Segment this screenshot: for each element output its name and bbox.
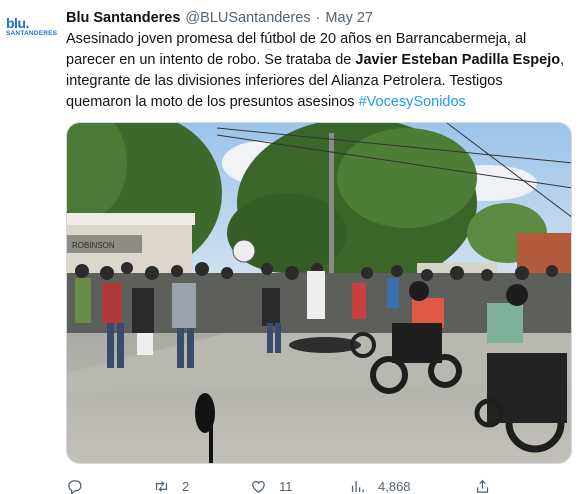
tweet-text-bold-name: Javier Esteban Padilla Espejo [355, 52, 561, 68]
like-count: 11 [279, 478, 293, 494]
tweet-text: Asesinado joven promesa del fútbol de 20… [66, 29, 566, 113]
author-handle[interactable]: @BLUSantanderes [185, 10, 310, 26]
tweet-header: Blu Santanderes @BLUSantanderes · May 27 [66, 8, 373, 28]
action-bar: 2 11 4,868 [66, 476, 572, 494]
reply-icon [68, 479, 82, 494]
views-bar-chart-icon [351, 480, 364, 492]
retweet-icon [155, 480, 168, 492]
reply-button[interactable] [66, 478, 83, 494]
avatar[interactable]: blu. SANTANDERES [6, 12, 58, 42]
views-button[interactable]: 4,868 [349, 478, 411, 494]
street-scene-image: ROBINSON [67, 123, 571, 463]
tweet-card[interactable]: blu. SANTANDERES Blu Santanderes @BLUSan… [0, 0, 587, 494]
logo-text-blu: blu [6, 14, 26, 31]
share-button[interactable] [474, 478, 491, 494]
heart-icon [252, 480, 265, 493]
tweet-date[interactable]: May 27 [325, 10, 373, 26]
like-button[interactable]: 11 [250, 478, 293, 494]
brand-logo: blu. [6, 14, 30, 31]
hashtag-link[interactable]: #VocesySonidos [359, 94, 466, 110]
retweet-button[interactable]: 2 [153, 478, 189, 494]
author-name[interactable]: Blu Santanderes [66, 10, 180, 26]
logo-text-santanderes: SANTANDERES [6, 29, 58, 37]
retweet-count: 2 [182, 478, 190, 494]
views-count: 4,868 [378, 478, 411, 494]
share-icon [476, 479, 489, 493]
sign-text: ROBINSON [72, 241, 115, 250]
logo-dot: . [25, 14, 30, 31]
header-separator: · [315, 10, 321, 26]
tweet-photo[interactable]: ROBINSON [66, 122, 572, 464]
